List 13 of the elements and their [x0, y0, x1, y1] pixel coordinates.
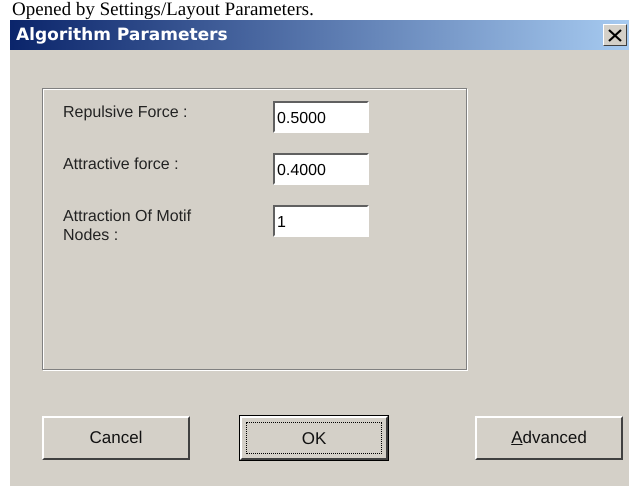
- dialog-button[interactable]: Advanced: [475, 416, 623, 460]
- caption-text: Opened by Settings/Layout Parameters.: [12, 0, 315, 20]
- input-field[interactable]: 0.5000: [273, 101, 369, 133]
- field-label: Attractive force :: [63, 155, 180, 174]
- field-label: Attraction Of Motif Nodes :: [63, 207, 192, 245]
- input-field[interactable]: 0.4000: [273, 153, 369, 185]
- close-button[interactable]: [603, 24, 627, 46]
- close-icon: [608, 28, 622, 42]
- input-field[interactable]: 1: [273, 205, 369, 237]
- field-label: Repulsive Force :: [63, 103, 188, 122]
- window-title: Algorithm Parameters: [16, 25, 228, 45]
- dialog-button[interactable]: Cancel: [42, 416, 190, 460]
- dialog-button[interactable]: OK: [240, 416, 388, 460]
